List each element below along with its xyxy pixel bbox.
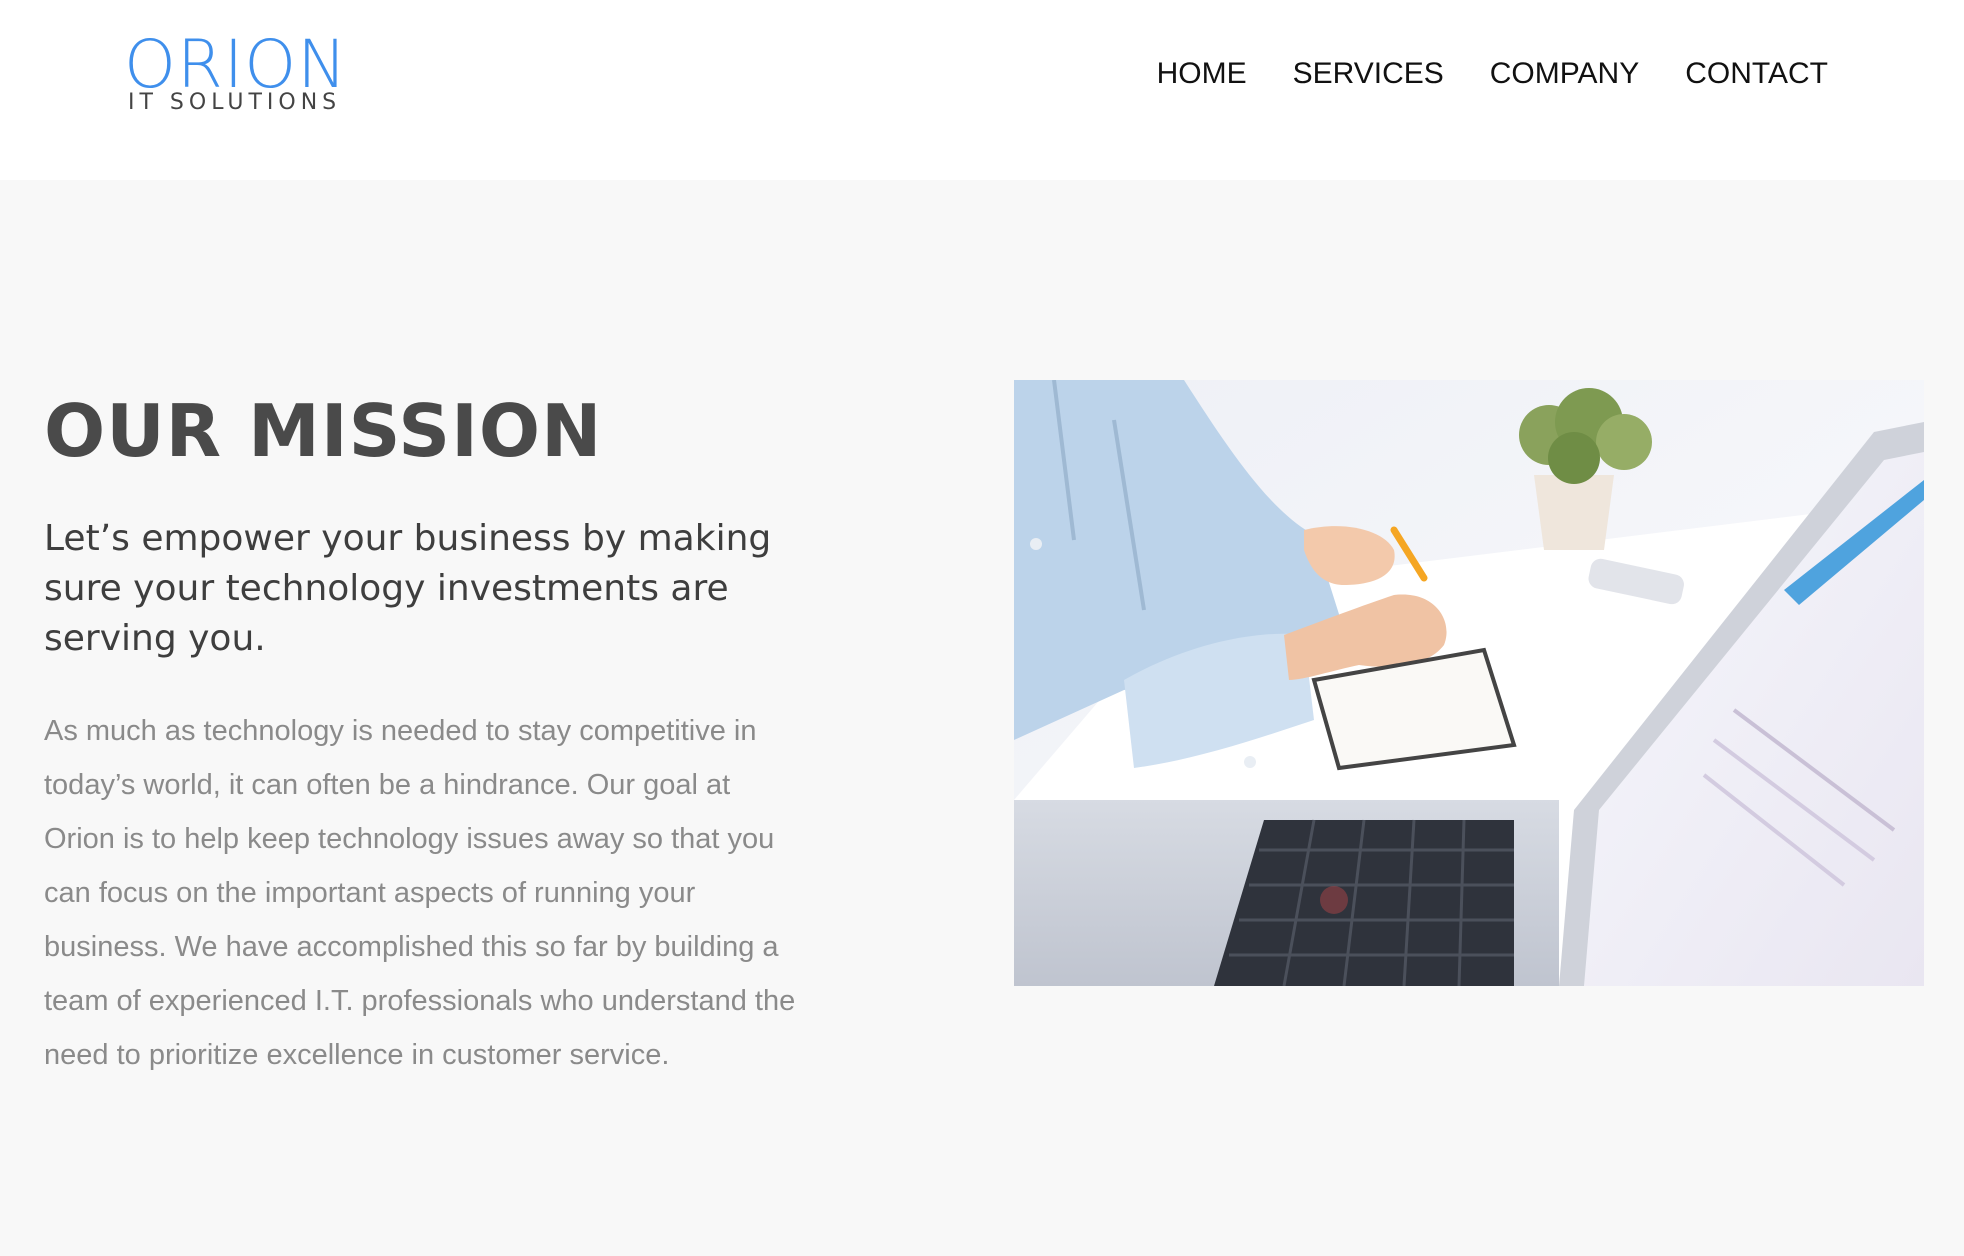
mission-section: OUR MISSION Let’s empower your business … [0,180,1964,1256]
mission-text-block: OUR MISSION Let’s empower your business … [44,388,804,1082]
mission-photo [1014,380,1924,986]
nav-company[interactable]: COMPANY [1490,54,1639,94]
mission-title: OUR MISSION [44,389,603,473]
laptop-desk-illustration [1014,380,1924,986]
logo-subtitle: IT SOLUTIONS [128,90,342,115]
site-header: ORION IT SOLUTIONS HOME SERVICES COMPANY… [0,0,1964,180]
main-nav: HOME SERVICES COMPANY CONTACT [1157,52,1828,96]
orion-logo[interactable]: ORION IT SOLUTIONS [124,32,347,116]
plant-pot [1534,475,1614,550]
mission-body: As much as technology is needed to stay … [44,715,796,1071]
nav-services[interactable]: SERVICES [1293,54,1444,94]
nav-home[interactable]: HOME [1157,54,1247,94]
keyboard [1214,820,1514,986]
mission-lead: Let’s empower your business by making su… [44,518,772,659]
nav-contact[interactable]: CONTACT [1685,54,1828,94]
